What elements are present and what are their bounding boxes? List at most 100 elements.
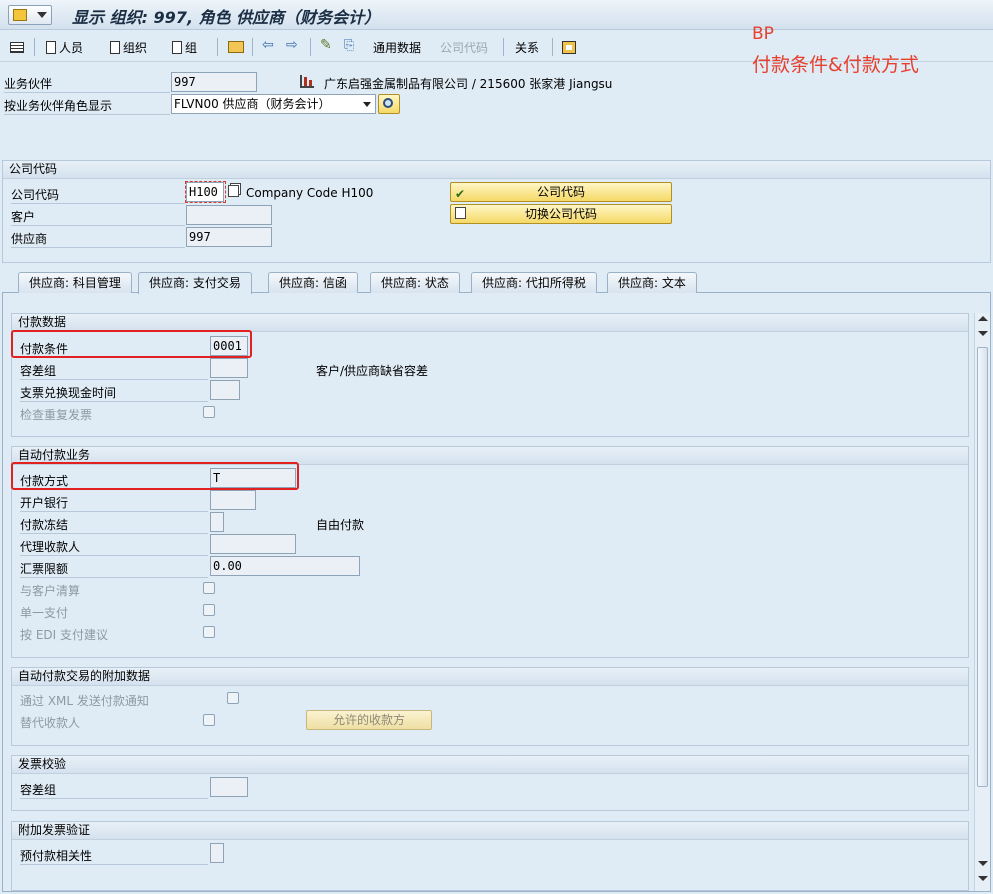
settings-icon [562, 40, 576, 54]
cheque-cashing-field[interactable] [210, 380, 240, 400]
clear-with-customer-label: 与客户清算 [20, 584, 81, 598]
label-underline [20, 379, 208, 380]
prepayment-relevance-label: 预付款相关性 [20, 849, 93, 863]
page-title: 显示 组织: 997, 角色 供应商（财务会计） [72, 8, 381, 27]
label-underline [20, 533, 208, 534]
invoice-verification-group: 发票校验 [11, 755, 969, 811]
role-search-button[interactable] [378, 94, 400, 114]
company-code-toolbar-button[interactable]: 公司代码 [440, 38, 488, 56]
tab-account-management[interactable]: 供应商: 科目管理 [18, 272, 132, 293]
switch-company-code-label: 切换公司代码 [524, 207, 597, 221]
label-underline [20, 401, 208, 402]
label-underline [4, 114, 170, 115]
chevron-down-icon [363, 102, 371, 107]
invoice-tolerance-field[interactable] [210, 777, 248, 797]
switch-company-code-button[interactable]: 切换公司代码 [450, 204, 672, 224]
partner-field[interactable]: 997 [171, 72, 257, 92]
other-object-icon[interactable]: ⎘ [344, 36, 354, 54]
customer-label: 客户 [11, 210, 36, 224]
payment-block-description: 自由付款 [316, 518, 365, 532]
switch-icon [455, 207, 466, 219]
organization-icon [300, 75, 314, 88]
customer-field[interactable] [186, 205, 272, 225]
company-code-description: Company Code H100 [246, 186, 374, 200]
list-view-button[interactable] [10, 38, 24, 56]
scroll-bottom-icon[interactable] [978, 876, 988, 881]
organization-button[interactable]: 组织 [110, 38, 147, 56]
forward-arrow-icon[interactable]: ⇨ [286, 36, 298, 54]
back-arrow-icon[interactable]: ⇦ [262, 36, 274, 54]
clear-with-customer-checkbox[interactable] [203, 582, 215, 594]
role-select[interactable]: FLVN00 供应商（财务会计） [171, 94, 376, 114]
separator [503, 38, 504, 56]
vendor-label: 供应商 [11, 232, 48, 246]
list-icon [10, 41, 24, 53]
invoice-verification-group-title: 发票校验 [12, 756, 968, 774]
scroll-top-icon[interactable] [978, 316, 988, 321]
house-bank-field[interactable] [210, 490, 256, 510]
xml-notification-label: 通过 XML 发送付款通知 [20, 694, 149, 708]
new-document-icon [46, 40, 56, 54]
vendor-field[interactable]: 997 [186, 227, 272, 247]
label-underline [11, 225, 185, 226]
group-button[interactable]: 组 [172, 38, 197, 56]
check-double-invoice-label: 检查重复发票 [20, 408, 93, 422]
vertical-scrollbar[interactable] [974, 313, 990, 891]
tab-payment-transactions[interactable]: 供应商: 支付交易 [138, 272, 252, 294]
system-menu-button[interactable] [8, 5, 52, 25]
tab-correspondence[interactable]: 供应商: 信函 [268, 272, 358, 293]
alternative-payee-field[interactable] [210, 534, 296, 554]
tab-text[interactable]: 供应商: 文本 [607, 272, 697, 293]
bill-limit-field[interactable]: 0.00 [210, 556, 360, 576]
relations-button[interactable]: 关系 [515, 38, 539, 56]
settings-button[interactable] [562, 38, 576, 56]
company-code-label: 公司代码 [11, 188, 60, 202]
prepayment-relevance-field[interactable] [210, 843, 224, 863]
automatic-payment-extra-group: 自动付款交易的附加数据 [11, 667, 969, 746]
label-underline [20, 864, 208, 865]
title-bar: 显示 组织: 997, 角色 供应商（财务会计） [0, 0, 993, 30]
partner-description: 广东启强金属制品有限公司 / 215600 张家港 Jiangsu [324, 77, 613, 91]
separator [310, 38, 311, 56]
tab-status[interactable]: 供应商: 状态 [370, 272, 460, 293]
alternative-payee-doc-checkbox[interactable] [203, 714, 215, 726]
person-button-label: 人员 [59, 40, 84, 55]
new-document-icon [172, 40, 182, 54]
label-underline [20, 577, 208, 578]
invoice-tolerance-label: 容差组 [20, 783, 57, 797]
bill-limit-label: 汇票限额 [20, 562, 69, 576]
edi-payment-advice-checkbox[interactable] [203, 626, 215, 638]
label-underline [11, 247, 185, 248]
highlight-box [11, 462, 299, 490]
automatic-payment-extra-group-title: 自动付款交易的附加数据 [12, 668, 968, 686]
payment-block-field[interactable] [210, 512, 224, 532]
annotation-title: BP [752, 24, 774, 44]
individual-payment-checkbox[interactable] [203, 604, 215, 616]
person-button[interactable]: 人员 [46, 38, 83, 56]
copy-icon[interactable] [228, 185, 239, 197]
xml-notification-checkbox[interactable] [227, 692, 239, 704]
label-underline [20, 555, 208, 556]
open-button[interactable] [228, 38, 244, 56]
general-data-label: 通用数据 [373, 40, 422, 55]
general-data-button[interactable]: 通用数据 [373, 38, 421, 56]
permitted-payees-button[interactable]: 允许的收款方 [306, 710, 432, 730]
scroll-down-icon[interactable] [978, 861, 988, 866]
focus-marker [185, 181, 226, 203]
separator [34, 38, 35, 56]
new-document-icon [110, 40, 120, 54]
tab-withholding-tax[interactable]: 供应商: 代扣所得税 [471, 272, 597, 293]
tolerance-group-field[interactable] [210, 358, 248, 378]
company-code-button[interactable]: ✔ 公司代码 [450, 182, 672, 202]
partner-label: 业务伙伴 [4, 77, 53, 91]
display-change-icon[interactable]: ✎ [320, 36, 332, 54]
additional-invoice-group: 附加发票验证 [11, 821, 969, 891]
scrollbar-thumb[interactable] [977, 347, 988, 787]
additional-invoice-group-title: 附加发票验证 [12, 822, 968, 840]
label-underline [20, 798, 208, 799]
payment-block-label: 付款冻结 [20, 518, 69, 532]
scroll-down-small-icon[interactable] [978, 331, 988, 336]
check-double-invoice-checkbox[interactable] [203, 406, 215, 418]
relations-label: 关系 [515, 40, 540, 55]
house-bank-label: 开户银行 [20, 496, 69, 510]
